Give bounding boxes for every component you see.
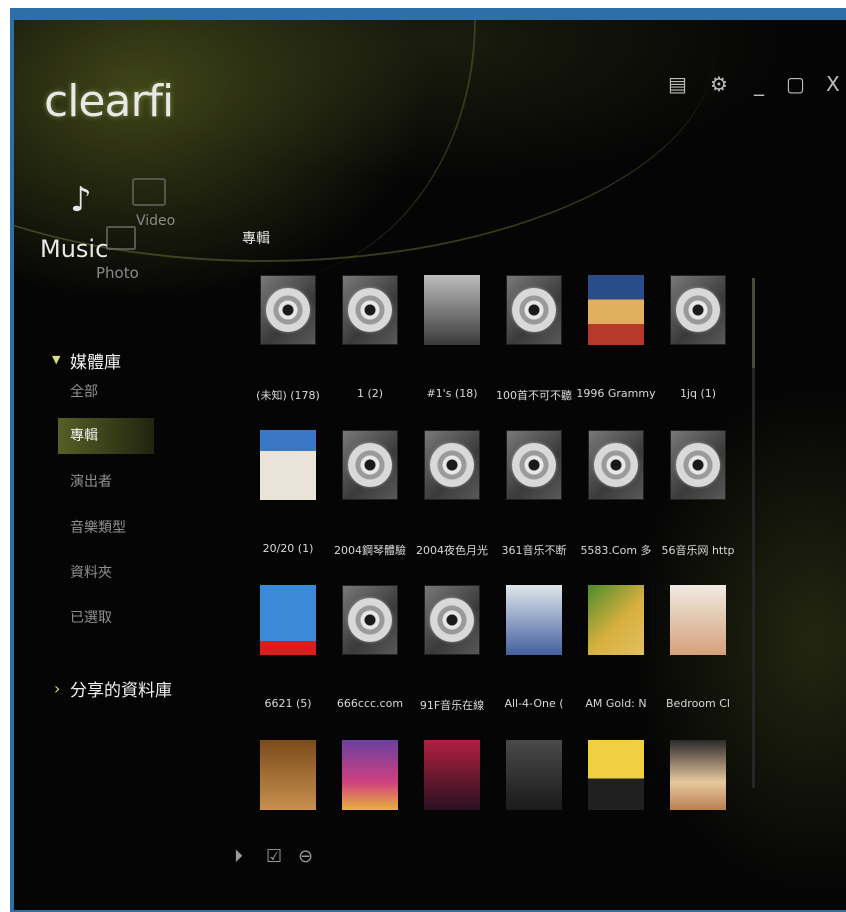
video-icon[interactable] [132, 178, 166, 206]
cd-icon [260, 275, 316, 345]
album-cover [670, 585, 726, 655]
play-icon[interactable]: ⏵ [234, 846, 243, 867]
album-tile[interactable]: 5583.Com 多 [576, 430, 656, 557]
sidebar-item-albums[interactable]: 專輯 [58, 418, 154, 454]
album-cover [260, 430, 316, 500]
sidebar-item-all[interactable]: 全部 [58, 374, 154, 410]
sidebar-item-label: 資料夾 [70, 565, 112, 581]
album-tile[interactable]: 361音乐不断 [494, 430, 574, 557]
cd-icon [670, 430, 726, 500]
cd-icon [342, 275, 398, 345]
remove-icon[interactable]: ⊖ [298, 846, 313, 867]
album-tile[interactable]: 100首不可不聽 [494, 275, 574, 402]
app-logo: clearfi [44, 76, 174, 127]
album-caption: Bedroom Cl [666, 697, 730, 710]
album-caption: AM Gold: N [585, 697, 647, 710]
album-cover [424, 740, 480, 810]
album-cover [506, 740, 562, 810]
album-caption: 1996 Grammy [576, 387, 656, 400]
gear-icon[interactable]: ⚙ [710, 72, 728, 96]
album-cover [342, 740, 398, 810]
album-cover [588, 740, 644, 810]
music-tab[interactable]: Music [40, 235, 108, 263]
cd-icon [588, 430, 644, 500]
cd-icon [506, 430, 562, 500]
device-icon[interactable]: ▤ [668, 72, 687, 96]
album-tile[interactable]: 1 (2) [330, 275, 410, 400]
album-cover [588, 275, 644, 345]
album-caption: All-4-One ( [504, 697, 564, 710]
album-cover [588, 585, 644, 655]
album-tile[interactable]: 56音乐网 http [658, 430, 738, 557]
minimize-icon[interactable]: _ [754, 72, 764, 96]
music-note-icon[interactable]: ♪ [70, 180, 92, 220]
video-tab[interactable]: Video [136, 213, 175, 229]
album-caption: 56音乐网 http [661, 544, 735, 557]
cd-icon [424, 430, 480, 500]
sidebar-item-label: 演出者 [70, 474, 112, 490]
album-caption: 361音乐不断 [501, 544, 567, 557]
album-caption: (未知) (178) [256, 389, 320, 402]
album-tile[interactable]: 2004夜色月光 [412, 430, 492, 557]
album-tile[interactable]: 666ccc.com [330, 585, 410, 710]
sidebar-item-label: 已選取 [70, 610, 112, 626]
album-tile[interactable]: 91F音乐在線 [412, 585, 492, 712]
app-window: clearfi ♪ Music Video Photo ▼ 媒體庫 全部 專輯 … [14, 20, 846, 910]
scrollbar-thumb[interactable] [752, 278, 755, 368]
album-cover [670, 740, 726, 810]
expand-arrow-icon[interactable]: ▼ [52, 353, 60, 366]
album-tile[interactable]: 2004鋼琴體驗 [330, 430, 410, 557]
sidebar-item-genres[interactable]: 音樂類型 [58, 510, 154, 546]
library-header[interactable]: 媒體庫 [70, 348, 121, 373]
sidebar-item-artists[interactable]: 演出者 [58, 464, 154, 500]
album-caption: 1 (2) [356, 387, 384, 400]
album-caption: #1's (18) [426, 387, 478, 400]
sidebar-item-selected[interactable]: 已選取 [58, 600, 154, 636]
album-cover [260, 585, 316, 655]
cd-icon [342, 430, 398, 500]
scrollbar[interactable] [752, 278, 755, 788]
album-caption: 2004鋼琴體驗 [334, 544, 406, 557]
photo-icon[interactable] [106, 226, 136, 250]
album-cover [424, 275, 480, 345]
cd-icon [670, 275, 726, 345]
add-to-list-icon[interactable]: ☑ [266, 846, 282, 867]
album-tile[interactable]: 1jq (1) [658, 275, 738, 400]
album-caption: 1jq (1) [679, 387, 717, 400]
album-cover [260, 740, 316, 810]
cd-icon [342, 585, 398, 655]
sidebar-item-label: 音樂類型 [70, 520, 126, 536]
album-caption: 2004夜色月光 [416, 544, 488, 557]
photo-tab[interactable]: Photo [96, 264, 139, 282]
sidebar-item-label: 專輯 [70, 428, 98, 444]
album-caption: 666ccc.com [336, 697, 404, 710]
close-icon[interactable]: X [826, 72, 840, 96]
album-caption: 91F音乐在線 [419, 699, 485, 712]
album-caption: 100首不可不聽 [496, 389, 572, 402]
page-title: 專輯 [242, 231, 270, 247]
shared-library-header[interactable]: 分享的資料庫 [70, 676, 172, 701]
album-caption: 6621 (5) [264, 697, 312, 710]
sidebar-item-label: 全部 [70, 384, 98, 400]
album-cover [506, 585, 562, 655]
collapse-arrow-icon[interactable]: › [54, 679, 60, 698]
album-caption: 5583.Com 多 [580, 544, 652, 557]
sidebar-item-folders[interactable]: 資料夾 [58, 555, 154, 591]
album-tile[interactable]: (未知) (178) [248, 275, 328, 402]
album-caption: 20/20 (1) [262, 542, 314, 555]
maximize-icon[interactable]: ▢ [786, 72, 805, 96]
cd-icon [424, 585, 480, 655]
cd-icon [506, 275, 562, 345]
